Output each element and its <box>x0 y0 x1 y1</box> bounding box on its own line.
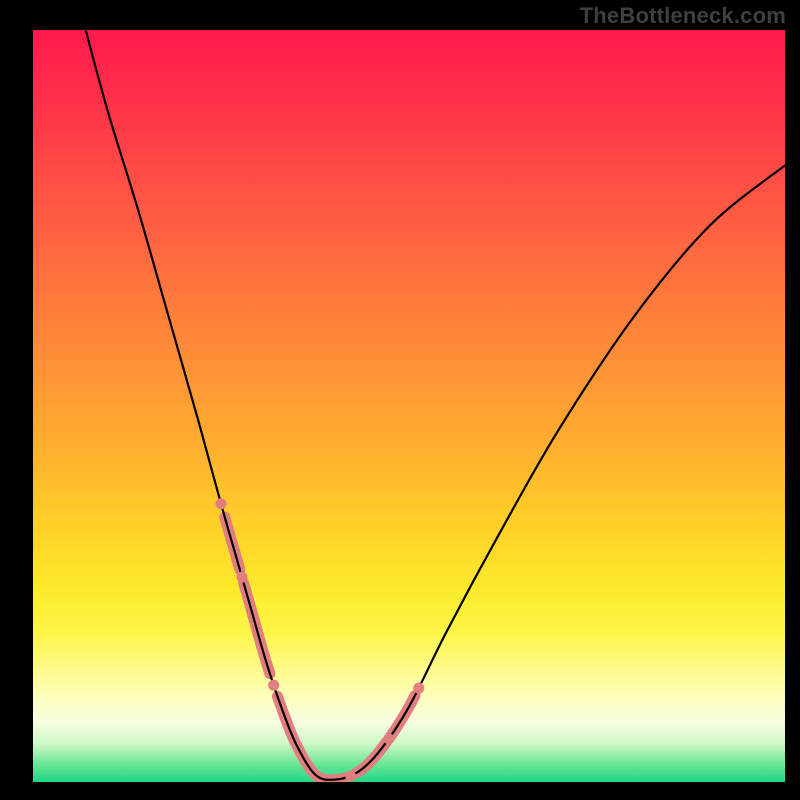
bottleneck-curve <box>86 30 785 780</box>
highlight-dot <box>216 498 227 509</box>
highlight-dot <box>345 770 356 781</box>
curve-dot-group <box>216 498 425 781</box>
highlight-dot <box>236 572 247 583</box>
plot-area <box>33 30 785 782</box>
highlight-band <box>277 696 344 780</box>
highlight-dot <box>413 683 424 694</box>
watermark-text: TheBottleneck.com <box>580 3 786 29</box>
curve-layer <box>33 30 785 782</box>
highlight-dot <box>383 733 394 744</box>
highlight-dot <box>268 680 279 691</box>
chart-frame: TheBottleneck.com <box>0 0 800 800</box>
